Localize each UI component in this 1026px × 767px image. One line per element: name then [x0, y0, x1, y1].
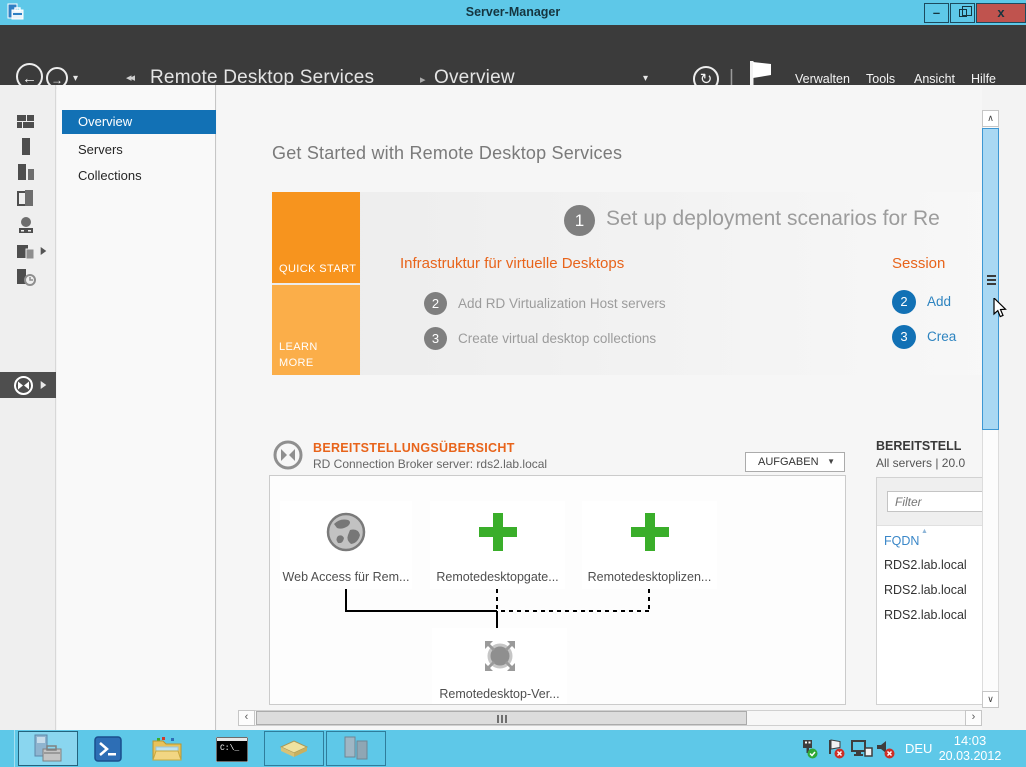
tray-clock-time[interactable]: 14:03 — [932, 733, 1008, 748]
vdi-step-2-badge: 2 — [424, 292, 447, 315]
cmd-prompt-label: C:\_ — [220, 744, 239, 753]
server-row[interactable]: RDS2.lab.local — [884, 583, 967, 597]
mouse-cursor — [993, 298, 1007, 324]
restore-button[interactable] — [950, 3, 975, 23]
sidebar-item-all-servers-icon[interactable] — [16, 163, 36, 188]
scroll-down-button[interactable]: ∨ — [982, 691, 999, 708]
server-row[interactable]: RDS2.lab.local — [884, 558, 967, 572]
menu-hilfe[interactable]: Hilfe — [971, 72, 996, 86]
add-plus-icon — [582, 501, 717, 563]
step-1-text[interactable]: Set up deployment scenarios for Re — [606, 207, 940, 231]
taskbar-file-explorer[interactable] — [151, 734, 185, 767]
session-step-3-text[interactable]: Crea — [927, 329, 956, 344]
collapse-breadcrumb-icon[interactable]: ◂◂ — [126, 71, 133, 84]
add-plus-icon — [430, 501, 565, 563]
sidebar-item-server-events-icon[interactable] — [16, 267, 38, 292]
nav-item-servers[interactable]: Servers — [78, 142, 123, 157]
fqdn-column-header[interactable]: FQDN — [884, 534, 919, 548]
tray-network-icon[interactable] — [851, 740, 873, 763]
taskbar-command-prompt[interactable]: C:\_ — [216, 737, 248, 767]
deployment-servers-title: BEREITSTELL — [876, 439, 961, 453]
tile-web-access[interactable]: Web Access für Rem... — [280, 501, 412, 589]
vertical-scrollbar-thumb[interactable] — [982, 128, 999, 430]
section-nav: Overview Servers Collections — [57, 85, 216, 730]
window-title: Server-Manager — [0, 0, 1026, 25]
connection-broker-subtitle: RD Connection Broker server: rds2.lab.lo… — [313, 457, 547, 471]
server-manager-icon — [19, 732, 77, 765]
tray-clock-date[interactable]: 20.03.2012 — [932, 749, 1008, 763]
tile-rd-licensing[interactable]: Remotedesktoplizen... — [582, 501, 717, 589]
deployment-overview-title: BEREITSTELLUNGSÜBERSICHT — [313, 441, 515, 455]
taskbar-powershell[interactable] — [94, 736, 122, 767]
nav-item-overview[interactable]: Overview — [62, 110, 216, 134]
taskbar-server-manager[interactable] — [18, 731, 78, 766]
sidebar-item-dashboard-icon[interactable] — [16, 112, 36, 137]
rds-expand-icon[interactable] — [40, 380, 47, 390]
sidebar-item-file-storage-icon[interactable] — [16, 241, 36, 266]
learn-more-tab[interactable]: LEARN MORE — [272, 285, 360, 375]
minimize-button[interactable]: – — [924, 3, 949, 23]
tasks-caret-icon: ▼ — [827, 453, 835, 471]
session-step-3-badge: 3 — [892, 325, 916, 349]
page-title: Get Started with Remote Desktop Services — [272, 143, 622, 164]
vdi-step-3-text[interactable]: Create virtual desktop collections — [458, 331, 656, 346]
sidebar-icon-strip — [0, 85, 56, 730]
rds-deployment-icon — [272, 439, 304, 476]
vdi-step-3-badge: 3 — [424, 327, 447, 350]
tile-rd-gateway[interactable]: Remotedesktopgate... — [430, 501, 565, 589]
restore-icon — [959, 9, 967, 17]
tray-volume-muted-icon[interactable] — [876, 739, 896, 764]
deployment-servers-subtitle: All servers | 20.0 — [876, 456, 965, 470]
step-1-badge: 1 — [564, 205, 595, 236]
tile-rd-virtualization[interactable]: Remotedesktop-Ver... — [432, 628, 567, 705]
globe-icon — [280, 501, 412, 563]
scrollbar-grip — [497, 715, 507, 723]
tray-alerts-flag-icon[interactable] — [826, 739, 846, 764]
vdi-step-2-text[interactable]: Add RD Virtualization Host servers — [458, 296, 666, 311]
session-column-heading: Session — [892, 255, 945, 272]
taskbar-help-library[interactable] — [264, 731, 324, 766]
window-titlebar: Server-Manager – x — [0, 0, 1026, 25]
server-row[interactable]: RDS2.lab.local — [884, 608, 967, 622]
start-corner-divider — [14, 730, 15, 767]
filter-input[interactable] — [887, 491, 982, 512]
book-icon — [265, 732, 323, 765]
main-content: Get Started with Remote Desktop Services… — [217, 85, 982, 730]
sidebar-item-local-server-icon[interactable] — [19, 137, 33, 162]
sidebar-item-remote-desktop-services-icon[interactable] — [13, 375, 34, 401]
taskbar: C:\_ — [0, 730, 1026, 767]
tasks-dropdown-button[interactable]: AUFGABEN ▼ — [745, 452, 845, 472]
app-navbar: ← → ▾ ◂◂ Remote Desktop Services ▸ Overv… — [0, 25, 1026, 85]
file-storage-expand-icon[interactable] — [40, 246, 47, 256]
vdi-column-heading: Infrastruktur für virtuelle Desktops — [400, 255, 624, 272]
sidebar-item-web-server-icon[interactable] — [16, 215, 36, 240]
close-button[interactable]: x — [976, 3, 1026, 23]
breadcrumb-dropdown-icon[interactable]: ▾ — [643, 73, 648, 84]
sidebar-item-server-groups-icon[interactable] — [16, 189, 36, 214]
menu-verwalten[interactable]: Verwalten — [795, 72, 850, 86]
quickstart-panel: QUICK START LEARN MORE 1 Set up deployme… — [272, 192, 982, 375]
horizontal-scrollbar-thumb[interactable] — [256, 711, 747, 725]
scroll-left-button[interactable]: ‹ — [238, 710, 255, 726]
taskbar-app-window[interactable] — [326, 731, 386, 766]
history-dropdown-icon[interactable]: ▾ — [73, 73, 78, 84]
servers-table: FQDN ▲ RDS2.lab.local RDS2.lab.local RDS… — [876, 477, 982, 705]
virtualization-host-icon — [432, 628, 567, 684]
servers-table-header — [877, 478, 982, 526]
menu-tools[interactable]: Tools — [866, 72, 895, 86]
scroll-right-button[interactable]: › — [965, 710, 982, 726]
scrollbar-grip — [987, 275, 996, 285]
nav-item-collections[interactable]: Collections — [78, 168, 142, 183]
tray-language-indicator[interactable]: DEU — [905, 741, 932, 756]
menu-ansicht[interactable]: Ansicht — [914, 72, 955, 86]
session-step-2-badge: 2 — [892, 290, 916, 314]
tray-usb-icon[interactable] — [799, 739, 819, 764]
deployment-diagram: Web Access für Rem... Remotedesktopgate.… — [269, 475, 846, 705]
window-panes-icon — [327, 732, 385, 765]
scroll-up-button[interactable]: ∧ — [982, 110, 999, 127]
sort-ascending-icon: ▲ — [921, 528, 928, 535]
desktop: Server-Manager – x ← → ▾ ◂◂ Remote Deskt… — [0, 0, 1026, 767]
quick-start-tab[interactable]: QUICK START — [272, 192, 360, 283]
session-step-2-text[interactable]: Add — [927, 294, 951, 309]
